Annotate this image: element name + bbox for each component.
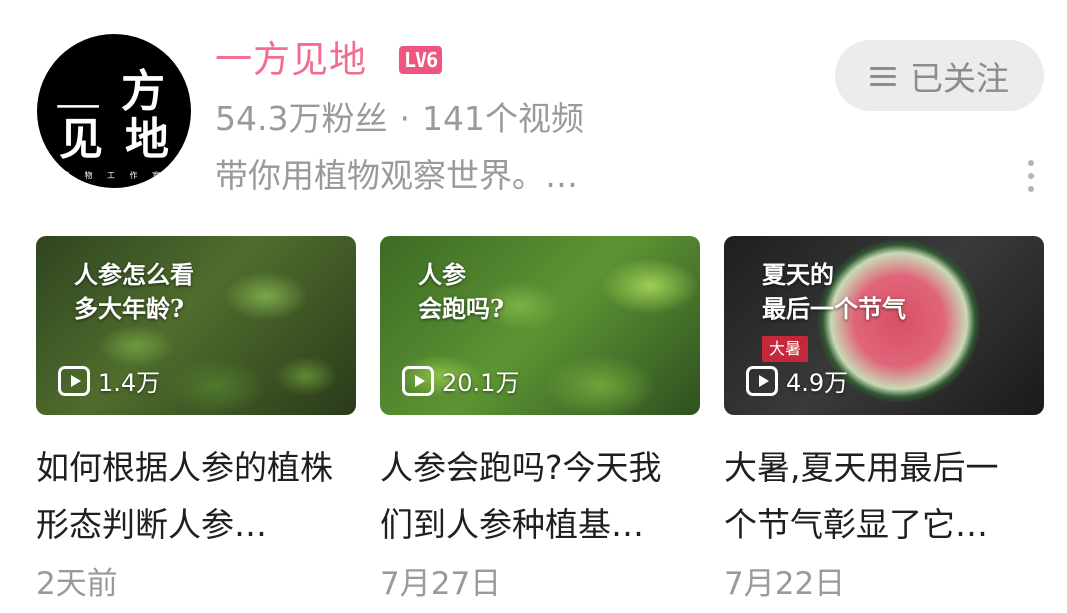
video-thumbnail[interactable]: 夏天的 最后一个节气 大暑 4.9万	[724, 236, 1044, 415]
video-date: 7月22日	[724, 566, 846, 602]
channel-avatar[interactable]: 一 方 见 地 植 物 工 作 室	[37, 34, 191, 188]
video-card[interactable]: 夏天的 最后一个节气 大暑 4.9万 大暑,夏天用最后一个节气彰显了它… 7月2…	[724, 236, 1044, 603]
video-date: 7月27日	[380, 566, 502, 602]
view-count: 1.4万	[58, 363, 160, 398]
thumbnail-tag: 大暑	[762, 336, 809, 362]
video-thumbnail[interactable]: 人参怎么看 多大年龄? 1.4万	[36, 236, 356, 415]
view-count: 20.1万	[402, 363, 519, 398]
video-count: 141个视频	[421, 99, 584, 138]
thumbnail-title: 夏天的 最后一个节气	[762, 260, 906, 323]
avatar-char-3: 见	[59, 114, 103, 165]
follow-label: 已关注	[910, 58, 1009, 98]
follow-button[interactable]: 已关注	[835, 40, 1044, 111]
video-card[interactable]: 人参怎么看 多大年龄? 1.4万 如何根据人参的植株形态判断人参… 2天前	[36, 236, 356, 603]
video-date: 2天前	[36, 566, 118, 602]
avatar-char-4: 地	[125, 114, 169, 165]
stats-separator: ·	[399, 99, 410, 138]
channel-bio: 带你用植物观察世界。…	[215, 156, 578, 195]
thumbnail-title: 人参怎么看 多大年龄?	[74, 260, 194, 323]
view-count: 4.9万	[746, 363, 848, 398]
view-count-label: 20.1万	[442, 369, 520, 397]
play-icon	[58, 365, 90, 396]
channel-name[interactable]: 一方见地	[215, 38, 367, 82]
video-thumbnail[interactable]: 人参 会跑吗? 20.1万	[380, 236, 700, 415]
menu-lines-icon	[870, 65, 896, 87]
fans-count: 54.3万粉丝	[215, 99, 388, 138]
level-badge: LV6	[399, 46, 443, 74]
thumbnail-title: 人参 会跑吗?	[418, 260, 505, 323]
view-count-label: 1.4万	[98, 369, 161, 397]
video-title[interactable]: 大暑,夏天用最后一个节气彰显了它…	[724, 439, 1024, 553]
more-vertical-icon[interactable]	[1024, 158, 1038, 194]
play-icon	[402, 365, 434, 396]
view-count-label: 4.9万	[786, 369, 849, 397]
play-icon	[746, 365, 778, 396]
channel-stats: 54.3万粉丝 · 141个视频	[215, 97, 584, 141]
video-card[interactable]: 人参 会跑吗? 20.1万 人参会跑吗?今天我们到人参种植基… 7月27日	[380, 236, 700, 603]
video-title[interactable]: 人参会跑吗?今天我们到人参种植基…	[380, 439, 680, 553]
video-title[interactable]: 如何根据人参的植株形态判断人参…	[36, 439, 336, 553]
avatar-char-2: 方	[121, 66, 165, 117]
avatar-subtitle: 植 物 工 作 室	[61, 171, 167, 180]
